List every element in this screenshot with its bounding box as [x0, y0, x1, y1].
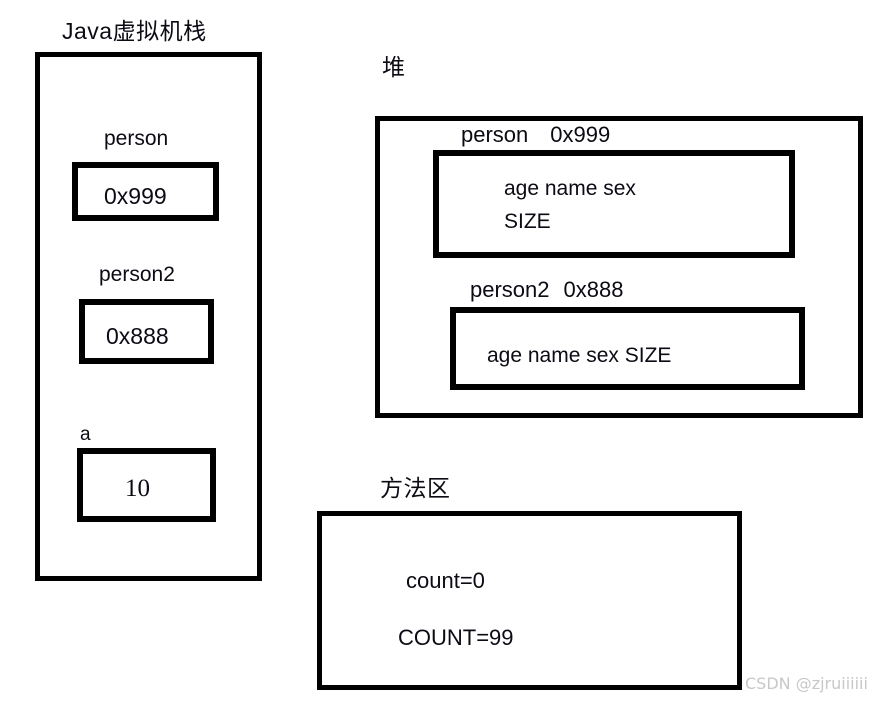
method-area-region-box: count=0 COUNT=99	[317, 511, 742, 690]
stack-slot-a: 10	[77, 448, 216, 522]
stack-slot-person: 0x999	[72, 162, 219, 221]
heap-object-address-person: 0x999	[550, 122, 611, 147]
heap-object-fields-line2-person: SIZE	[504, 210, 551, 233]
stack-slot-value-a: 10	[125, 475, 150, 502]
stack-var-name-a: a	[80, 424, 91, 445]
stack-slot-value-person2: 0x888	[106, 323, 169, 349]
heap-object-fields-line1-person: age name sex	[504, 177, 636, 200]
heap-object-refname-person2: person2	[470, 277, 550, 302]
method-area-entry-COUNT: COUNT=99	[398, 625, 514, 650]
heap-section-title: 堆	[382, 54, 406, 80]
heap-object-box-person: age name sex SIZE	[433, 150, 795, 258]
stack-section-title: Java虚拟机栈	[62, 18, 207, 44]
method-area-section-title: 方法区	[380, 475, 451, 501]
heap-object-address-person2: 0x888	[563, 277, 624, 302]
stack-slot-value-person: 0x999	[104, 183, 167, 209]
csdn-watermark: CSDN @zjruiiiiii	[745, 674, 868, 693]
stack-var-name-person2: person2	[99, 263, 175, 286]
heap-object-title-person2: person2 0x888	[470, 279, 623, 301]
diagram-canvas: Java虚拟机栈 person 0x999 person2 0x888 a 10…	[0, 0, 893, 707]
stack-var-name-person: person	[104, 127, 169, 150]
heap-object-box-person2: age name sex SIZE	[450, 307, 805, 390]
heap-object-fields-line1-person2: age name sex SIZE	[487, 344, 672, 367]
stack-slot-person2: 0x888	[79, 299, 214, 364]
heap-object-title-person: person 0x999	[461, 124, 610, 146]
method-area-entry-count: count=0	[406, 568, 485, 593]
heap-object-refname-person: person	[461, 122, 529, 147]
